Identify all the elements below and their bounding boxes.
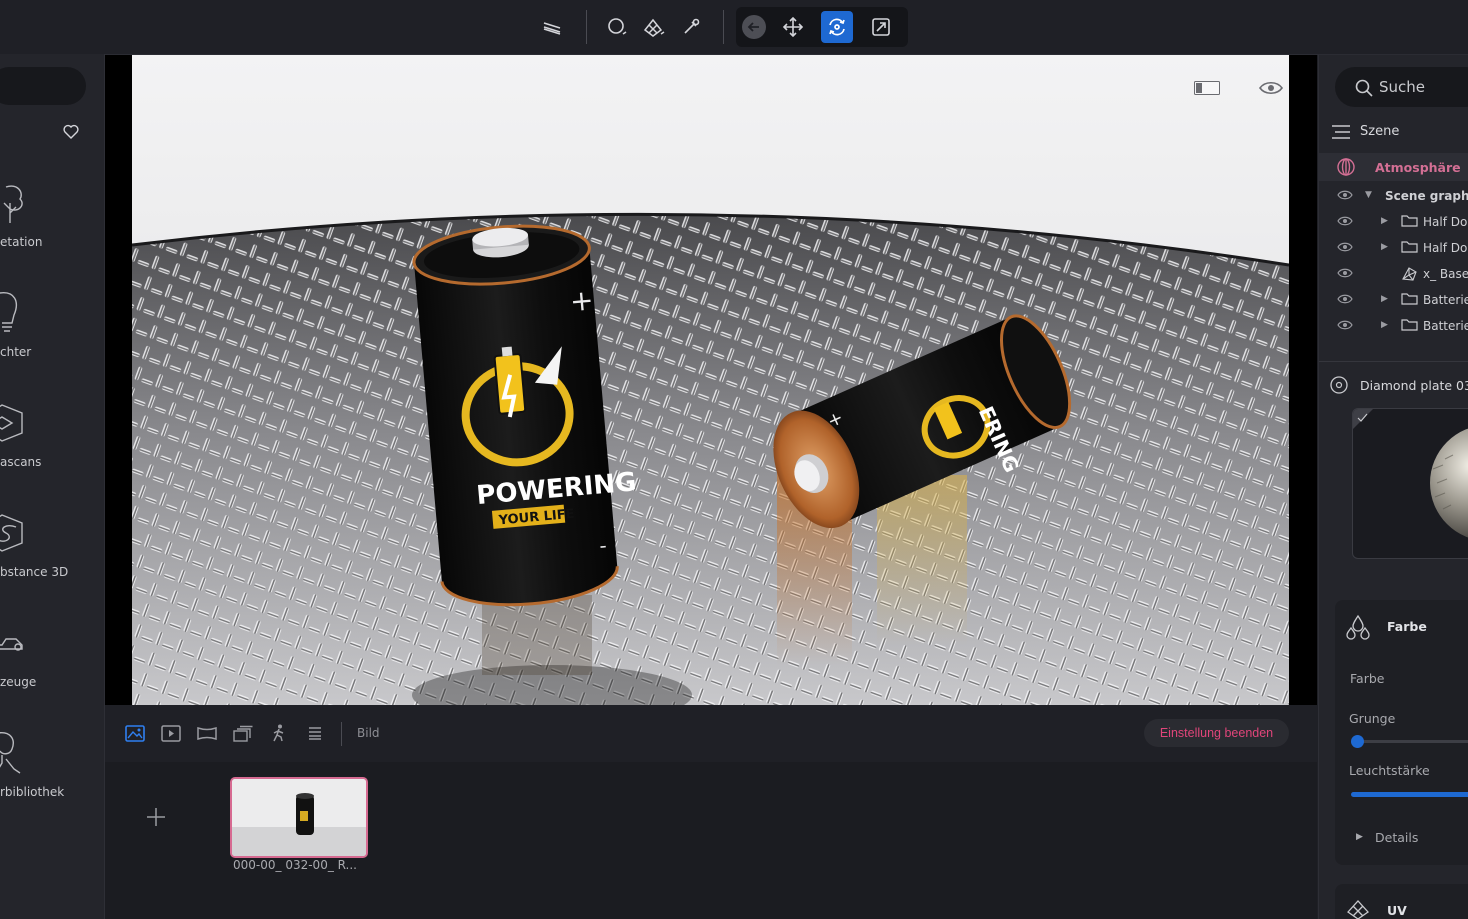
toolbar-divider xyxy=(586,10,587,44)
favorite-heart-icon[interactable] xyxy=(63,124,79,142)
color-drops-icon xyxy=(1345,614,1371,643)
top-toolbar xyxy=(0,0,1468,55)
mode-label: Bild xyxy=(357,726,380,740)
car-icon xyxy=(0,619,42,669)
batch-mode-icon[interactable] xyxy=(232,722,254,744)
category-label: etation xyxy=(0,235,43,249)
substance-icon xyxy=(0,509,42,559)
list-mode-icon[interactable] xyxy=(304,722,326,744)
expand-right-icon[interactable]: ▶ xyxy=(1381,320,1388,330)
category-label: zeuge xyxy=(0,675,37,689)
move-icon[interactable] xyxy=(777,11,809,43)
eye-icon[interactable] xyxy=(1337,189,1353,203)
tree-row-folder[interactable]: ▶ Batterie xyxy=(1319,287,1468,313)
tree-label: Scene graph xyxy=(1385,189,1468,203)
scale-icon[interactable] xyxy=(865,11,897,43)
add-shot-button[interactable] xyxy=(141,802,171,832)
category-label: ascans xyxy=(0,455,42,469)
grunge-slider-handle[interactable] xyxy=(1351,735,1364,748)
walk-mode-icon[interactable] xyxy=(268,722,290,744)
tree-label: Batterie xyxy=(1423,293,1468,307)
shot-thumbnail[interactable] xyxy=(230,777,368,858)
tree-icon xyxy=(0,179,42,229)
scene-list-icon xyxy=(1331,124,1351,143)
tree-row-folder[interactable]: ▶ Batterie xyxy=(1319,313,1468,339)
tree-row-folder[interactable]: ▶ Half Dor xyxy=(1319,209,1468,235)
eyedropper-icon[interactable] xyxy=(675,11,707,43)
atmosphere-globe-icon xyxy=(1337,158,1355,179)
tree-label: Half Dor xyxy=(1423,241,1468,255)
transform-tool-group xyxy=(736,7,908,47)
grunge-label: Grunge xyxy=(1349,711,1396,726)
expand-right-icon[interactable]: ▶ xyxy=(1381,294,1388,304)
folder-icon xyxy=(1401,214,1418,230)
atmosphere-label: Atmosphäre xyxy=(1375,160,1461,175)
toolbar-divider xyxy=(341,722,342,746)
texture-select-icon[interactable] xyxy=(637,11,669,43)
3d-viewport[interactable]: + - POWERING YOUR LIFE + ERING xyxy=(132,55,1289,705)
svg-text:+: + xyxy=(569,283,595,318)
person-icon xyxy=(0,729,42,779)
eye-icon[interactable] xyxy=(1337,267,1353,281)
uv-section-title: UV xyxy=(1387,903,1407,918)
eye-visibility-icon[interactable] xyxy=(1259,81,1283,98)
left-sidebar: etation chter ascans bstance 3D zeuge rb… xyxy=(0,54,105,919)
expand-right-icon[interactable]: ▶ xyxy=(1381,242,1388,252)
expand-down-icon[interactable]: ▼ xyxy=(1365,190,1372,200)
end-setting-button[interactable]: Einstellung beenden xyxy=(1144,719,1289,747)
scene-title: Szene xyxy=(1360,124,1400,139)
tree-label: Batterie xyxy=(1423,319,1468,333)
layers-icon[interactable] xyxy=(536,11,568,43)
brightness-label: Leuchtstärke xyxy=(1349,763,1430,778)
tree-label: x_ Base xyxy=(1423,267,1468,281)
mesh-icon xyxy=(1401,266,1418,284)
thumbnail-label: 000-00_ 032-00_ R... xyxy=(233,858,357,872)
ellipse-select-icon[interactable] xyxy=(601,11,633,43)
category-label: chter xyxy=(0,345,32,359)
folder-icon xyxy=(1401,318,1418,334)
material-preview[interactable] xyxy=(1352,408,1468,559)
tree-row-folder[interactable]: ▶ Half Dor xyxy=(1319,235,1468,261)
category-label: bstance 3D xyxy=(0,565,69,579)
folder-icon xyxy=(1401,240,1418,256)
color-field-label: Farbe xyxy=(1350,671,1385,686)
shot-mode-bar: Bild Einstellung beenden xyxy=(105,705,1317,763)
eye-icon[interactable] xyxy=(1337,293,1353,307)
shot-thumbnail-strip: 000-00_ 032-00_ R... xyxy=(105,762,1317,919)
search-icon xyxy=(1355,79,1373,100)
panorama-mode-icon[interactable] xyxy=(196,722,218,744)
folder-icon xyxy=(1401,292,1418,308)
back-arrow-icon[interactable] xyxy=(738,11,770,43)
bulb-icon xyxy=(0,289,42,339)
tree-label: Half Dor xyxy=(1423,215,1468,229)
material-icon xyxy=(1330,376,1348,397)
panel-divider xyxy=(1319,361,1468,362)
tree-row-scene-graph[interactable]: ▼ Scene graph xyxy=(1319,183,1468,209)
megascans-icon xyxy=(0,399,42,449)
render-scene: + - POWERING YOUR LIFE + ERING xyxy=(132,55,1289,705)
uv-texture-icon xyxy=(1345,898,1371,919)
eye-icon[interactable] xyxy=(1337,215,1353,229)
color-section-title: Farbe xyxy=(1387,619,1427,634)
brightness-slider[interactable] xyxy=(1351,792,1468,797)
atmosphere-row[interactable]: Atmosphäre xyxy=(1319,153,1468,181)
uv-settings-card: UV xyxy=(1335,884,1468,919)
toolbar-divider xyxy=(723,10,724,44)
right-panel: Szene Atmosphäre ▼ Scene graph ▶ Half Do… xyxy=(1318,55,1468,919)
rotate-icon[interactable] xyxy=(821,11,853,43)
image-mode-icon[interactable] xyxy=(124,722,146,744)
grunge-slider[interactable] xyxy=(1351,735,1468,748)
asset-search-field[interactable] xyxy=(0,67,86,105)
color-settings-card: Farbe Farbe Grunge Leuchtstärke ▶ Detail… xyxy=(1335,600,1468,865)
material-title: Diamond plate 03 xyxy=(1360,378,1468,393)
eye-icon[interactable] xyxy=(1337,319,1353,333)
expand-right-icon[interactable]: ▶ xyxy=(1381,216,1388,226)
video-mode-icon[interactable] xyxy=(160,722,182,744)
category-label: rbibliothek xyxy=(0,785,65,799)
details-label[interactable]: Details xyxy=(1375,830,1418,845)
tree-row-mesh[interactable]: x_ Base xyxy=(1319,261,1468,287)
panel-toggle-icon[interactable] xyxy=(1194,81,1220,98)
eye-icon[interactable] xyxy=(1337,241,1353,255)
expand-right-icon[interactable]: ▶ xyxy=(1356,832,1363,842)
